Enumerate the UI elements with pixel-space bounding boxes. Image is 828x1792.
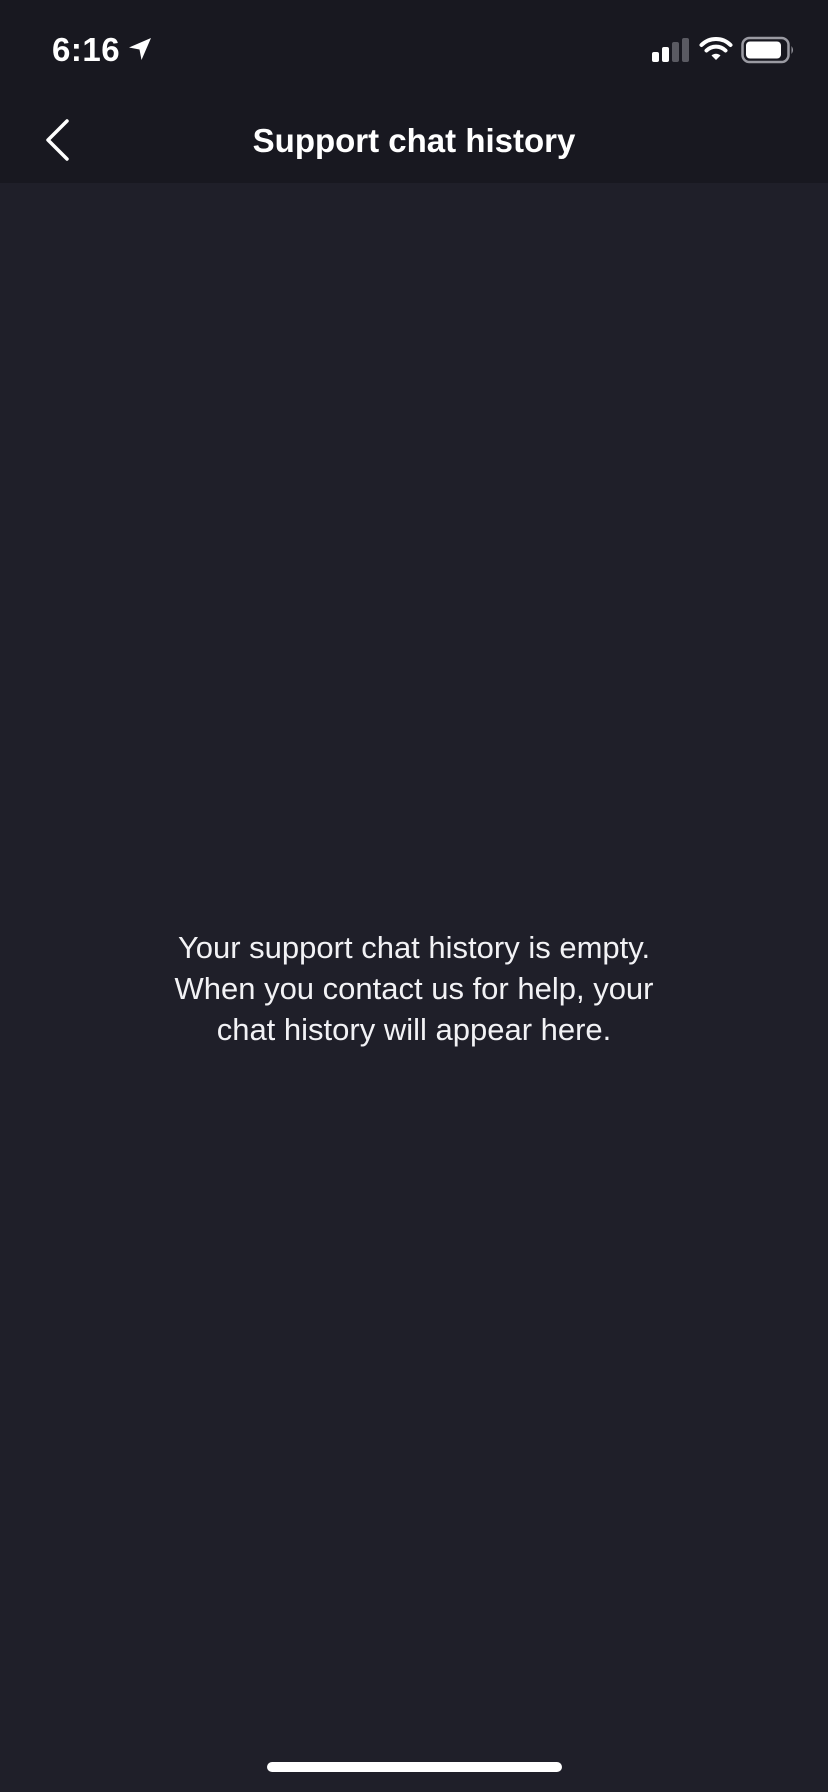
home-indicator[interactable]	[267, 1762, 562, 1772]
top-bar-area: 6:16 Support chat history	[0, 0, 828, 183]
page-title: Support chat history	[252, 122, 576, 159]
navigation-bar: Support chat history	[0, 100, 828, 183]
status-bar: 6:16	[0, 0, 828, 100]
location-arrow-icon	[129, 38, 151, 60]
cellular-signal-icon	[652, 38, 689, 62]
status-time: 6:16	[52, 31, 121, 68]
wifi-icon	[699, 37, 733, 60]
battery-icon	[741, 36, 793, 64]
empty-state-message: Your support chat history is empty. When…	[174, 930, 654, 1047]
chat-history-content: Your support chat history is empty. When…	[0, 183, 828, 1792]
